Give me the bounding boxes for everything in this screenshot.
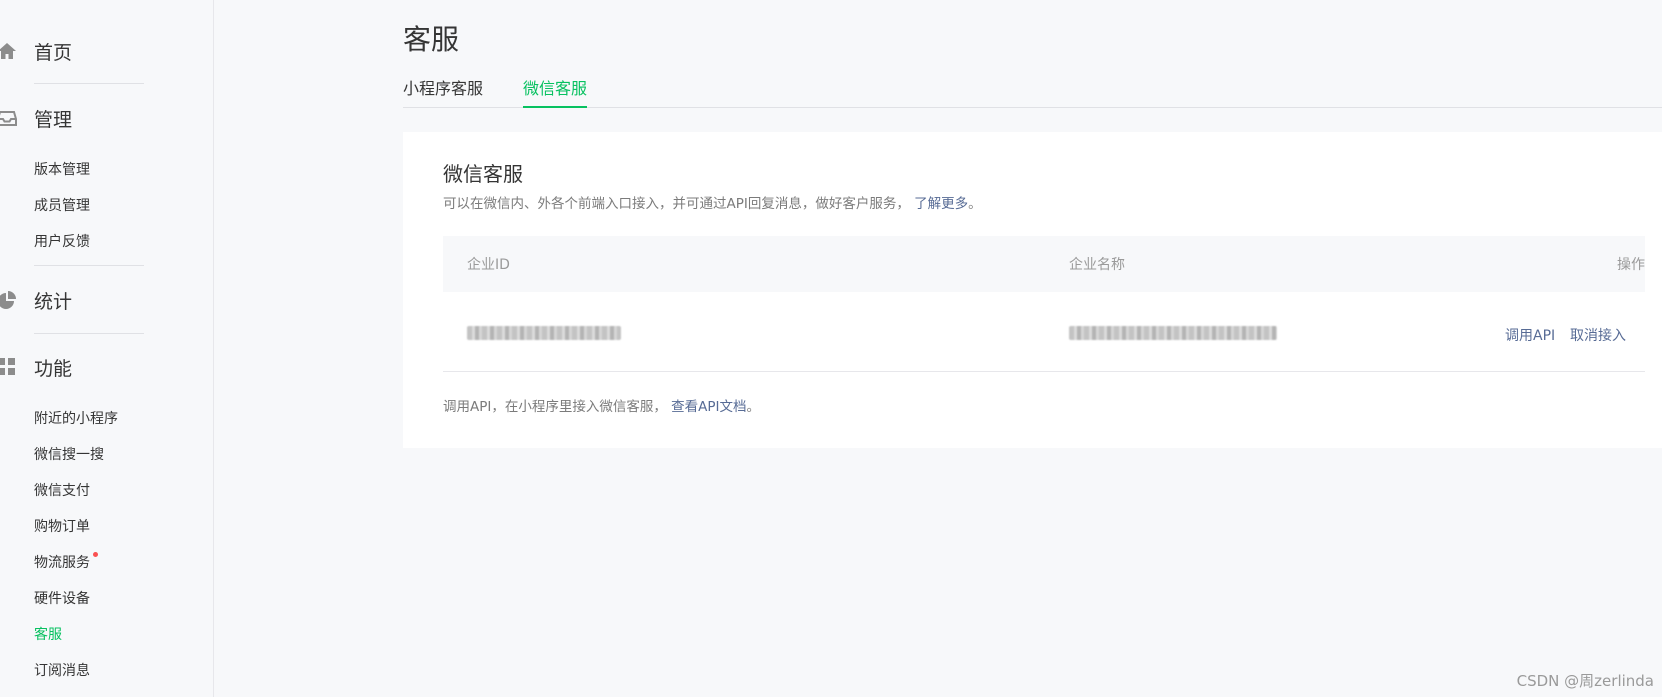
card-title: 微信客服	[443, 162, 523, 186]
card-description-text: 可以在微信内、外各个前端入口接入，并可通过API回复消息，做好客户服务，	[443, 196, 910, 212]
grid-icon	[0, 356, 18, 378]
sidebar-item-nearby[interactable]: 附近的小程序	[34, 408, 118, 428]
divider	[34, 265, 144, 266]
tab-miniprogram-service[interactable]: 小程序客服	[403, 78, 483, 108]
column-header-name: 企业名称	[1069, 257, 1125, 273]
tab-bar: 小程序客服 微信客服	[403, 78, 1662, 108]
table-header: 企业ID 企业名称 操作	[443, 236, 1645, 292]
card-description: 可以在微信内、外各个前端入口接入，并可通过API回复消息，做好客户服务， 了解更…	[443, 192, 982, 212]
nav-stats-label: 统计	[34, 290, 73, 313]
learn-more-link[interactable]: 了解更多	[914, 196, 968, 212]
card-footer-end: 。	[746, 399, 761, 415]
divider	[34, 83, 144, 84]
sidebar-item-version[interactable]: 版本管理	[34, 159, 90, 179]
table-row: 调用API 取消接入	[443, 292, 1645, 372]
sidebar-item-feedback[interactable]: 用户反馈	[34, 231, 90, 251]
home-icon	[0, 40, 18, 62]
nav-manage-label: 管理	[34, 108, 73, 131]
corp-name-blurred	[1069, 326, 1277, 340]
call-api-button[interactable]: 调用API	[1505, 325, 1555, 345]
column-header-ops: 操作	[1617, 257, 1645, 273]
sidebar-item-customer-service[interactable]: 客服	[34, 624, 62, 644]
sidebar-item-hardware[interactable]: 硬件设备	[34, 588, 90, 608]
nav-features-label: 功能	[34, 357, 73, 380]
nav-home-label: 首页	[34, 41, 73, 64]
wechat-service-card: 微信客服 可以在微信内、外各个前端入口接入，并可通过API回复消息，做好客户服务…	[403, 132, 1662, 448]
sidebar-item-pay[interactable]: 微信支付	[34, 480, 90, 500]
corp-id-blurred	[467, 326, 621, 340]
card-footer-text: 调用API，在小程序里接入微信客服，	[443, 399, 667, 415]
column-header-id: 企业ID	[467, 257, 510, 273]
sidebar-item-orders[interactable]: 购物订单	[34, 516, 90, 536]
sidebar-item-members[interactable]: 成员管理	[34, 195, 90, 215]
tab-wechat-service[interactable]: 微信客服	[523, 78, 588, 108]
pie-chart-icon	[0, 289, 18, 311]
inbox-icon	[0, 107, 18, 129]
page-title: 客服	[403, 23, 460, 56]
sidebar-item-subscribe[interactable]: 订阅消息	[34, 660, 90, 680]
new-badge-dot	[93, 552, 98, 557]
api-docs-link[interactable]: 查看API文档	[671, 399, 746, 415]
card-description-end: 。	[968, 196, 982, 212]
sidebar-item-logistics[interactable]: 物流服务	[34, 552, 90, 572]
card-footer: 调用API，在小程序里接入微信客服， 查看API文档。	[443, 395, 760, 415]
divider	[34, 333, 144, 334]
sidebar: 首页 管理 版本管理 成员管理 用户反馈 统计 功能 附近的小程序 微信搜一搜 …	[0, 0, 214, 697]
cancel-access-button[interactable]: 取消接入	[1570, 325, 1626, 345]
sidebar-item-search[interactable]: 微信搜一搜	[34, 444, 104, 464]
watermark: CSDN @周zerlinda	[1516, 672, 1654, 690]
